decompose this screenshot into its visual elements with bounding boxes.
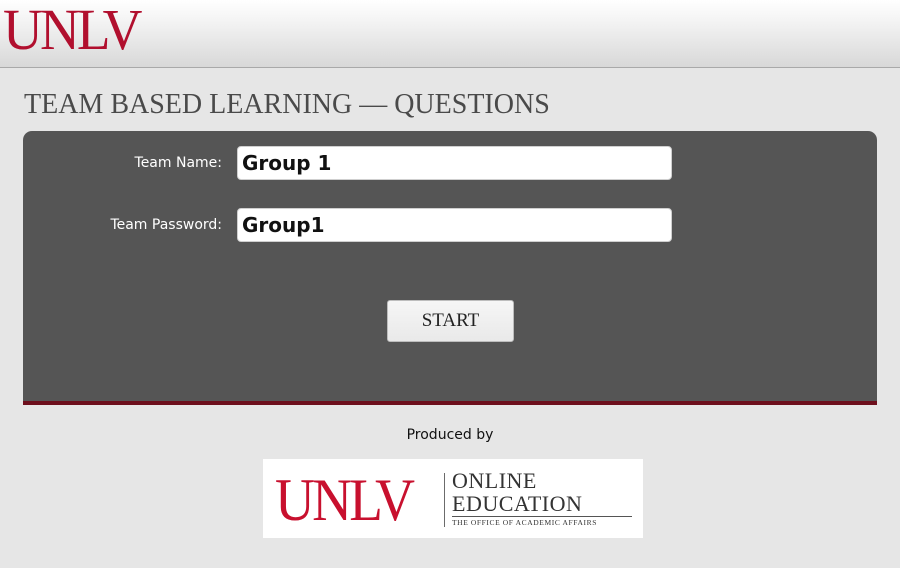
footer-logo-mark: UNLV xyxy=(275,467,415,533)
page-title: TEAM BASED LEARNING — QUESTIONS xyxy=(24,89,550,120)
footer-logo-subtitle: THE OFFICE OF ACADEMIC AFFAIRS xyxy=(452,518,597,527)
footer-logo-online: ONLINE xyxy=(452,468,537,493)
team-name-input[interactable] xyxy=(237,146,672,180)
footer-logo-divider xyxy=(444,473,445,527)
unlv-online-education-logo: UNLV ONLINE EDUCATION THE OFFICE OF ACAD… xyxy=(263,459,643,538)
team-password-label: Team Password: xyxy=(110,217,222,233)
produced-by-text: Produced by xyxy=(406,427,494,443)
start-button[interactable]: START xyxy=(387,300,514,342)
unlv-logo[interactable]: UNLV xyxy=(3,0,142,64)
team-name-label: Team Name: xyxy=(134,155,222,171)
header-bar: UNLV xyxy=(0,0,900,68)
login-form-panel: Team Name: Team Password: START xyxy=(23,131,877,405)
team-password-input[interactable] xyxy=(237,208,672,242)
footer-logo-education: EDUCATION xyxy=(452,491,583,516)
footer-logo-rule xyxy=(452,516,632,517)
